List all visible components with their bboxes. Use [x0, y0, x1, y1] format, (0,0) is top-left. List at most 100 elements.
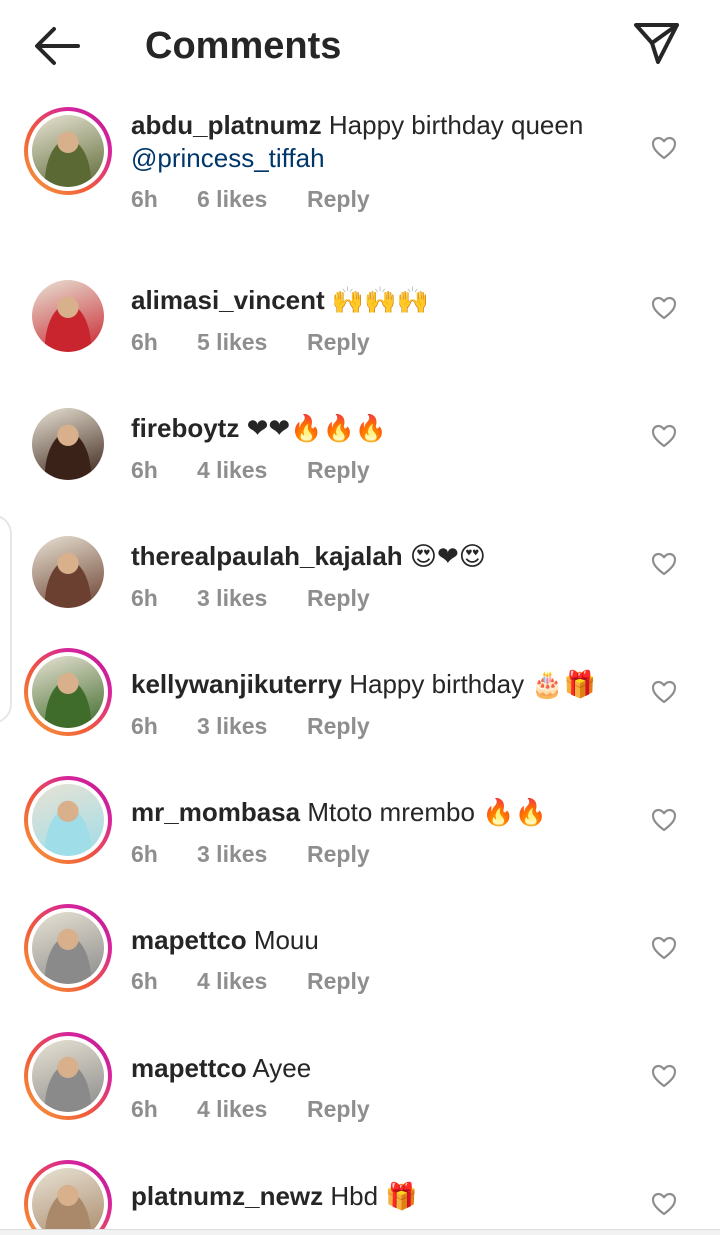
- comment-username[interactable]: mapettco: [131, 1053, 247, 1083]
- like-heart-icon[interactable]: [651, 296, 677, 320]
- comment-meta: 6h 4 likes Reply: [131, 1095, 631, 1123]
- avatar: [32, 536, 104, 608]
- comment-username[interactable]: abdu_platnumz: [131, 110, 322, 140]
- comment-text: abdu_platnumz Happy birthday queen @princ…: [131, 109, 631, 175]
- comment-message: Mouu: [253, 925, 319, 955]
- comment-list: abdu_platnumz Happy birthday queen @princ…: [0, 92, 720, 1229]
- comment-message: Happy birthday queen: [328, 110, 584, 140]
- comment-meta: 6h 4 likes Reply: [131, 456, 631, 484]
- comment-emoji: 🎂🎁: [531, 670, 597, 700]
- share-button[interactable]: [630, 18, 682, 70]
- like-heart-icon[interactable]: [651, 936, 677, 960]
- comment-item: fireboytz ❤❤🔥🔥🔥 6h 4 likes Reply: [0, 395, 720, 523]
- reply-button[interactable]: Reply: [307, 456, 370, 484]
- comment-username[interactable]: alimasi_vincent: [131, 285, 325, 315]
- likes-count[interactable]: 3 likes: [197, 840, 307, 868]
- comment-meta: 6h 6 likes Reply: [131, 185, 631, 213]
- comment-username[interactable]: therealpaulah_kajalah: [131, 541, 403, 571]
- comment-username[interactable]: mapettco: [131, 925, 247, 955]
- comment-text: alimasi_vincent 🙌🙌🙌: [131, 284, 631, 318]
- like-heart-icon[interactable]: [651, 136, 677, 160]
- likes-count[interactable]: 6 likes: [197, 185, 307, 213]
- comment-emoji: 🎁: [385, 1182, 418, 1212]
- comment-item: kellywanjikuterry Happy birthday 🎂🎁 6h 3 l…: [0, 648, 720, 779]
- comment-text: therealpaulah_kajalah 😍❤😍: [131, 540, 631, 574]
- comment-item: platnumz_newz Hbd 🎁6h3 likesReply: [0, 1160, 720, 1229]
- comment-emoji: ❤❤🔥🔥🔥: [246, 414, 388, 444]
- comment-meta: 6h 5 likes Reply: [131, 328, 631, 356]
- comment-time: 6h: [131, 457, 158, 483]
- avatar: [32, 115, 104, 187]
- avatar: [32, 656, 104, 728]
- comment-time: 6h: [131, 329, 158, 355]
- avatar: [32, 408, 104, 480]
- avatar: [32, 912, 104, 984]
- comment-username[interactable]: platnumz_newz: [131, 1181, 323, 1211]
- avatar-button[interactable]: [24, 272, 112, 360]
- likes-count[interactable]: 4 likes: [197, 1095, 307, 1123]
- comment-body: mr_mombasa Mtoto mrembo 🔥🔥 6h 3 likes Reply: [131, 796, 631, 868]
- reply-button[interactable]: Reply: [307, 712, 370, 740]
- likes-count[interactable]: 3 likes: [197, 584, 307, 612]
- comment-text: kellywanjikuterry Happy birthday 🎂🎁: [131, 668, 631, 702]
- comment-body: kellywanjikuterry Happy birthday 🎂🎁 6h 3 l…: [131, 668, 631, 740]
- comment-body: mapettco Ayee 6h 4 likes Reply: [131, 1052, 631, 1123]
- comment-meta: 6h 3 likesReply: [131, 712, 631, 740]
- comment-item: alimasi_vincent 🙌🙌🙌 6h 5 likes Reply: [0, 267, 720, 395]
- likes-count[interactable]: 3 likes: [197, 712, 307, 740]
- comment-username[interactable]: kellywanjikuterry: [131, 669, 342, 699]
- back-button[interactable]: [30, 22, 82, 70]
- comment-username[interactable]: fireboytz: [131, 413, 239, 443]
- like-heart-icon[interactable]: [651, 424, 677, 448]
- comment-body: alimasi_vincent 🙌🙌🙌 6h 5 likes Reply: [131, 284, 631, 356]
- comment-text: mapettco Ayee: [131, 1052, 631, 1085]
- comment-time: 6h: [131, 968, 158, 994]
- comment-text: fireboytz ❤❤🔥🔥🔥: [131, 412, 631, 446]
- avatar-button[interactable]: [24, 1032, 112, 1120]
- like-heart-icon[interactable]: [651, 1064, 677, 1088]
- comment-meta: 6h 4 likes Reply: [131, 967, 631, 995]
- comment-item: abdu_platnumz Happy birthday queen @princ…: [0, 92, 720, 220]
- avatar-button[interactable]: [24, 648, 112, 736]
- avatar-button[interactable]: [24, 528, 112, 616]
- reply-button[interactable]: Reply: [307, 840, 370, 868]
- comment-time: 6h: [131, 841, 158, 867]
- like-heart-icon[interactable]: [651, 1192, 677, 1216]
- arrow-left-icon: [35, 27, 80, 65]
- reply-button[interactable]: Reply: [307, 1095, 370, 1123]
- comments-screen: Comments abdu_platnumz Happy birthday qu…: [0, 0, 720, 1235]
- comment-text: mapettco Mouu: [131, 924, 631, 957]
- likes-count[interactable]: 5 likes: [197, 328, 307, 356]
- comment-time: 6h: [131, 713, 158, 739]
- reply-button[interactable]: Reply: [307, 584, 370, 612]
- comment-message: Mtoto mrembo: [307, 797, 475, 827]
- like-heart-icon[interactable]: [651, 552, 677, 576]
- avatar-button[interactable]: [24, 1160, 112, 1229]
- comment-message: Ayee: [252, 1053, 312, 1083]
- comment-text: platnumz_newz Hbd 🎁: [131, 1180, 631, 1214]
- comment-body: platnumz_newz Hbd 🎁6h3 likesReply: [131, 1180, 631, 1229]
- paper-plane-icon: [634, 23, 679, 64]
- avatar: [32, 280, 104, 352]
- comment-item: mapettco Ayee 6h 4 likes Reply: [0, 1032, 720, 1163]
- avatar-button[interactable]: [24, 904, 112, 992]
- comment-username[interactable]: mr_mombasa: [131, 797, 300, 827]
- comment-item: mapettco Mouu 6h 4 likes Reply: [0, 904, 720, 1035]
- likes-count[interactable]: 4 likes: [197, 456, 307, 484]
- comment-text: mr_mombasa Mtoto mrembo 🔥🔥: [131, 796, 631, 830]
- reply-button[interactable]: Reply: [307, 185, 370, 213]
- avatar-button[interactable]: [24, 776, 112, 864]
- comment-emoji: 🙌🙌🙌: [331, 286, 430, 316]
- reply-button[interactable]: Reply: [307, 328, 370, 356]
- comment-item: mr_mombasa Mtoto mrembo 🔥🔥 6h 3 likes Reply: [0, 776, 720, 907]
- avatar-button[interactable]: [24, 107, 112, 195]
- comment-item: therealpaulah_kajalah 😍❤😍 6h 3 likes Reply: [0, 523, 720, 651]
- mention-link[interactable]: @princess_tiffah: [131, 143, 325, 173]
- avatar-button[interactable]: [24, 400, 112, 488]
- like-heart-icon[interactable]: [651, 808, 677, 832]
- likes-count[interactable]: 4 likes: [197, 967, 307, 995]
- like-heart-icon[interactable]: [651, 680, 677, 704]
- header: Comments: [0, 0, 720, 92]
- reply-button[interactable]: Reply: [307, 967, 370, 995]
- page-title: Comments: [145, 25, 342, 67]
